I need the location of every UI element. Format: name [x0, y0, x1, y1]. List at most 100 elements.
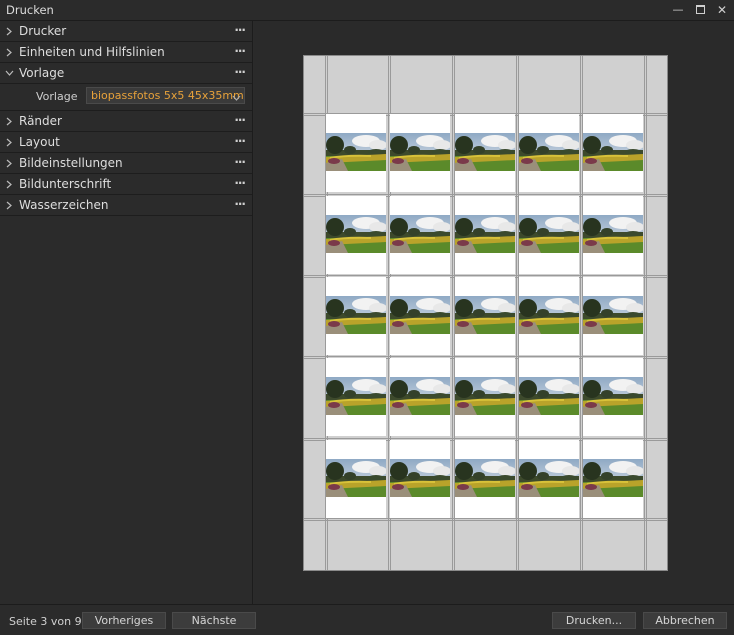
photo-cell: [326, 196, 386, 274]
maximize-icon[interactable]: [690, 2, 710, 18]
passport-photo-image: [390, 296, 450, 334]
photo-cell: [390, 196, 450, 274]
vorlage-panel: Vorlage biopassfotos 5x5 45x35mm: [0, 84, 252, 111]
passport-photo-image: [519, 459, 579, 497]
cancel-button[interactable]: Abbrechen: [643, 612, 727, 629]
more-options-icon[interactable]: ···: [234, 176, 246, 190]
chevron-down-icon: [5, 63, 15, 83]
passport-photo-image: [390, 377, 450, 415]
photo-cell: [455, 440, 515, 518]
window-title: Drucken: [6, 3, 54, 17]
section-bildunterschrift[interactable]: Bildunterschrift ···: [0, 174, 252, 195]
section-raender[interactable]: Ränder ···: [0, 111, 252, 132]
more-options-icon[interactable]: ···: [234, 197, 246, 211]
passport-photo-image: [519, 215, 579, 253]
page-indicator: Seite 3 von 9: [9, 615, 82, 628]
chevron-right-icon: [5, 42, 15, 62]
guide-line: [304, 518, 667, 521]
more-options-icon[interactable]: ···: [234, 155, 246, 169]
print-button[interactable]: Drucken...: [552, 612, 636, 629]
minimize-icon[interactable]: —: [668, 2, 688, 18]
section-bildeinstellungen[interactable]: Bildeinstellungen ···: [0, 153, 252, 174]
more-options-icon[interactable]: ···: [234, 23, 246, 37]
passport-photo-image: [455, 215, 515, 253]
photo-cell: [583, 358, 643, 436]
passport-photo-image: [583, 215, 643, 253]
previous-page-button[interactable]: Vorheriges: [82, 612, 166, 629]
photo-cell: [326, 114, 386, 192]
photo-cell: [326, 358, 386, 436]
chevron-right-icon: [5, 132, 15, 152]
section-drucker[interactable]: Drucker ···: [0, 21, 252, 42]
chevron-right-icon: [5, 21, 15, 41]
passport-photo-image: [390, 215, 450, 253]
passport-photo-image: [390, 133, 450, 171]
section-layout[interactable]: Layout ···: [0, 132, 252, 153]
passport-photo-image: [583, 296, 643, 334]
passport-photo-image: [583, 133, 643, 171]
title-bar: Drucken — ✕: [0, 0, 734, 21]
photo-cell: [390, 358, 450, 436]
vorlage-select-value: biopassfotos 5x5 45x35mm: [91, 89, 244, 102]
passport-photo-image: [326, 215, 386, 253]
passport-photo-image: [455, 459, 515, 497]
section-label: Vorlage: [19, 66, 65, 80]
chevron-right-icon: [5, 153, 15, 173]
passport-photo-image: [390, 459, 450, 497]
preview-page: [303, 55, 668, 571]
passport-photo-image: [326, 133, 386, 171]
next-page-button[interactable]: Nächste: [172, 612, 256, 629]
more-options-icon[interactable]: ···: [234, 134, 246, 148]
guide-line: [644, 56, 647, 570]
close-icon[interactable]: ✕: [712, 2, 732, 18]
photo-cell: [583, 440, 643, 518]
photo-cell: [519, 114, 579, 192]
photo-cell: [583, 277, 643, 355]
section-label: Einheiten und Hilfslinien: [19, 45, 165, 59]
vorlage-field-label: Vorlage: [36, 90, 78, 103]
section-label: Layout: [19, 135, 60, 149]
photo-cell: [390, 440, 450, 518]
chevron-right-icon: [5, 195, 15, 215]
photo-cell: [326, 440, 386, 518]
photo-cell: [455, 196, 515, 274]
more-options-icon[interactable]: ···: [234, 44, 246, 58]
photo-cell: [390, 114, 450, 192]
passport-photo-image: [326, 296, 386, 334]
chevron-right-icon: [5, 174, 15, 194]
passport-photo-image: [326, 377, 386, 415]
passport-photo-image: [519, 296, 579, 334]
chevron-down-icon: [232, 91, 241, 105]
section-wasserzeichen[interactable]: Wasserzeichen ···: [0, 195, 252, 216]
passport-photo-image: [455, 296, 515, 334]
photo-cell: [583, 196, 643, 274]
more-options-icon[interactable]: ···: [234, 65, 246, 79]
passport-photo-image: [519, 377, 579, 415]
passport-photo-image: [455, 377, 515, 415]
photo-cell: [519, 358, 579, 436]
photo-cell: [390, 277, 450, 355]
photo-cell: [519, 196, 579, 274]
more-options-icon[interactable]: ···: [234, 113, 246, 127]
photo-cell: [455, 114, 515, 192]
passport-photo-image: [583, 377, 643, 415]
passport-photo-image: [583, 459, 643, 497]
photo-cell: [583, 114, 643, 192]
settings-sidebar: Drucker ··· Einheiten und Hilfslinien ··…: [0, 21, 253, 604]
section-label: Ränder: [19, 114, 62, 128]
section-label: Bildeinstellungen: [19, 156, 123, 170]
chevron-right-icon: [5, 111, 15, 131]
vorlage-select[interactable]: biopassfotos 5x5 45x35mm: [86, 87, 245, 104]
section-label: Bildunterschrift: [19, 177, 112, 191]
passport-photo-image: [519, 133, 579, 171]
section-vorlage[interactable]: Vorlage ···: [0, 63, 252, 84]
photo-cell: [326, 277, 386, 355]
passport-photo-image: [326, 459, 386, 497]
passport-photo-image: [455, 133, 515, 171]
photo-cell: [455, 277, 515, 355]
photo-cell: [519, 440, 579, 518]
print-preview: [254, 21, 734, 604]
section-einheiten[interactable]: Einheiten und Hilfslinien ···: [0, 42, 252, 63]
photo-cell: [519, 277, 579, 355]
photo-cell: [455, 358, 515, 436]
